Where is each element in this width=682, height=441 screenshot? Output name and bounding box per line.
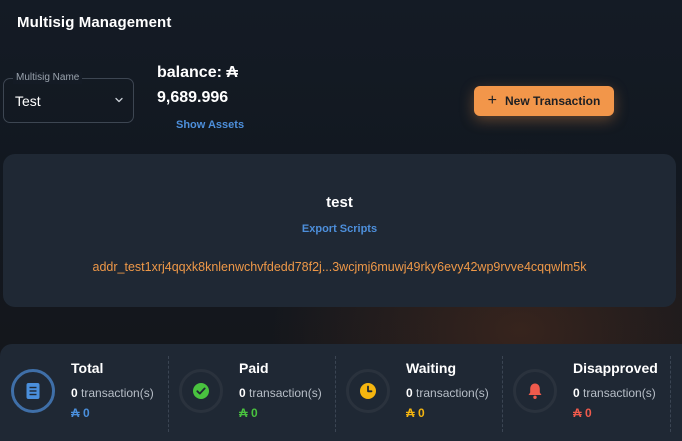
stat-waiting-icon-ring: [346, 369, 390, 413]
clock-icon: [360, 383, 376, 399]
stat-total-amount: ₳ 0: [71, 406, 90, 420]
stat-disapproved-count: 0 transaction(s): [573, 386, 656, 400]
wallet-name: test: [326, 194, 353, 211]
stat-paid-title: Paid: [239, 360, 269, 376]
stat-paid-icon-ring: [179, 369, 223, 413]
new-transaction-button[interactable]: + New Transaction: [474, 86, 614, 116]
stat-disapproved-icon-ring: [513, 369, 557, 413]
stat-total-count: 0 transaction(s): [71, 386, 154, 400]
new-transaction-label: New Transaction: [504, 94, 601, 108]
balance-value: 9,689.996: [157, 89, 229, 106]
stat-disapproved-amount: ₳ 0: [573, 406, 592, 420]
show-assets-link[interactable]: Show Assets: [176, 119, 244, 131]
stat-divider: [670, 356, 671, 432]
wallet-address: addr_test1xrj4qqxk8knlenwchvfdedd78f2j..…: [92, 260, 587, 274]
page-title: Multisig Management: [17, 14, 172, 31]
wallet-card: test Export Scripts addr_test1xrj4qqxk8k…: [3, 154, 676, 307]
stat-total-title: Total: [71, 360, 104, 376]
balance-label: balance: ₳: [157, 64, 238, 81]
export-scripts-row: Export Scripts: [3, 223, 676, 235]
bell-icon: [528, 383, 542, 399]
stat-paid-count-value: 0: [239, 386, 246, 400]
stat-paid-count: 0 transaction(s): [239, 386, 322, 400]
stat-total-count-value: 0: [71, 386, 78, 400]
check-circle-icon: [193, 383, 209, 399]
stats-card: Total 0 transaction(s) ₳ 0 Paid 0 transa…: [0, 344, 682, 441]
chevron-down-icon: [115, 97, 123, 103]
stat-waiting-count-unit: transaction(s): [416, 386, 489, 400]
stat-paid-count-unit: transaction(s): [249, 386, 322, 400]
stat-waiting-amount: ₳ 0: [406, 406, 425, 420]
stat-total-count-unit: transaction(s): [81, 386, 154, 400]
stat-disapproved-count-unit: transaction(s): [583, 386, 656, 400]
stat-total: Total 0 transaction(s) ₳ 0: [0, 344, 167, 441]
stat-disapproved-title: Disapproved: [573, 360, 658, 376]
multisig-name-select[interactable]: Multisig Name Test: [3, 72, 134, 123]
stat-waiting-count-value: 0: [406, 386, 413, 400]
stat-paid-amount: ₳ 0: [239, 406, 258, 420]
stat-total-icon-ring: [11, 369, 55, 413]
export-scripts-link[interactable]: Export Scripts: [302, 223, 377, 235]
multisig-name-value: Test: [15, 93, 41, 109]
plus-icon: +: [487, 92, 497, 109]
stat-waiting: Waiting 0 transaction(s) ₳ 0: [335, 344, 502, 441]
stat-waiting-count: 0 transaction(s): [406, 386, 489, 400]
stat-paid: Paid 0 transaction(s) ₳ 0: [168, 344, 335, 441]
stat-disapproved: Disapproved 0 transaction(s) ₳ 0: [502, 344, 670, 441]
stat-disapproved-count-value: 0: [573, 386, 580, 400]
receipt-icon: [26, 383, 40, 399]
multisig-name-label: Multisig Name: [13, 72, 83, 84]
stat-waiting-title: Waiting: [406, 360, 457, 376]
